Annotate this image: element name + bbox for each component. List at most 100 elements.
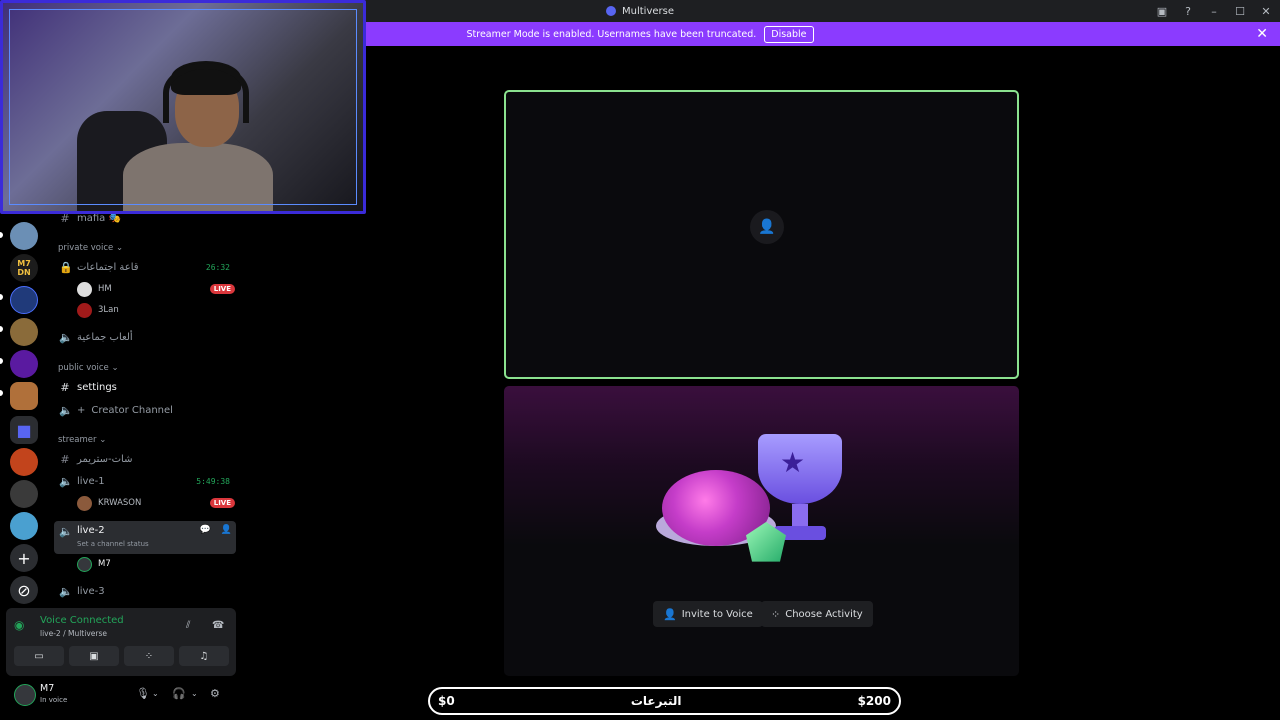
user-label: M7 [98, 559, 111, 569]
server-icon[interactable] [10, 448, 38, 476]
voice-user-hm[interactable]: HM LIVE [77, 279, 235, 299]
donations-label: التبرعات [630, 694, 682, 708]
close-button[interactable]: ✕ [1260, 5, 1272, 18]
channel-status-prompt[interactable]: Set a channel status [77, 540, 149, 548]
channel-label: Creator Channel [91, 404, 173, 416]
speaker-icon: 🔈 [59, 330, 73, 344]
user-status: In voice [40, 696, 68, 704]
channel-label: settings [77, 381, 117, 393]
speaker-icon: 🔈 [59, 525, 73, 538]
choose-activity-button[interactable]: ⁘ Choose Activity [761, 601, 873, 627]
channel-live-1[interactable]: 🔈 live-1 5:49:38 [54, 470, 236, 492]
server-icon[interactable] [10, 382, 38, 410]
disconnect-icon[interactable]: ☎ [212, 620, 224, 631]
webcam-frame [9, 9, 357, 205]
activity-icon: ⁘ [771, 607, 781, 621]
donations-min: $0 [438, 694, 455, 708]
speaker-icon: 🔈 [59, 584, 73, 598]
avatar [77, 281, 92, 297]
channel-timer: 26:32 [205, 262, 230, 272]
add-user-icon[interactable]: 👤 [221, 525, 232, 535]
live-badge: LIVE [209, 498, 235, 508]
microphone-icon[interactable]: 🎙 [136, 687, 150, 700]
channel-meeting-room[interactable]: 🔒 قاعة اجتماعات 26:32 [54, 256, 236, 278]
channel-label: live-1 [77, 475, 105, 487]
voice-user-3lan[interactable]: 3Lan [77, 300, 235, 320]
invite-label: Invite to Voice [681, 608, 753, 620]
soundboard-icon: ♫ [199, 650, 209, 662]
voice-connected-subtitle[interactable]: live-2 / Multiverse [40, 629, 107, 638]
category-streamer[interactable]: streamer ⌄ [58, 435, 106, 445]
disable-streamer-mode-button[interactable]: Disable [764, 25, 814, 43]
chevron-down-icon[interactable]: ⌄ [152, 689, 159, 698]
unread-pip [0, 358, 3, 364]
help-icon[interactable]: ? [1182, 5, 1194, 18]
voice-user-m7[interactable]: M7 [77, 554, 235, 574]
app-window: Multiverse ▣ ? – ☐ ✕ Streamer Mode is en… [0, 0, 1280, 720]
invite-to-voice-button[interactable]: 👤 Invite to Voice [653, 601, 763, 627]
folder-icon[interactable]: ■ [10, 416, 38, 444]
chevron-down-icon[interactable]: ⌄ [191, 689, 198, 698]
hash-icon: # [60, 380, 70, 394]
unread-pip [0, 294, 3, 300]
chat-bubble-icon[interactable]: 💬 [200, 525, 211, 535]
compass-icon [606, 6, 616, 16]
activity-button[interactable]: ⁘ [124, 646, 174, 666]
channel-creator[interactable]: 🔈 + Creator Channel [54, 399, 236, 421]
inbox-icon[interactable]: ▣ [1156, 5, 1168, 18]
username: M7 [40, 683, 55, 694]
screen-share-button[interactable]: ▣ [69, 646, 119, 666]
noise-suppression-icon[interactable]: ⫽ [186, 620, 190, 631]
donations-goal: $200 [857, 694, 891, 708]
minimize-button[interactable]: – [1208, 5, 1220, 18]
server-icon[interactable] [10, 350, 38, 378]
trophy-stem [792, 504, 808, 528]
lock-icon: 🔒 [59, 260, 73, 274]
live-badge: LIVE [209, 284, 235, 294]
channel-label: شات-ستريمر [77, 453, 133, 465]
category-public-voice[interactable]: public voice ⌄ [58, 363, 119, 373]
voice-user-krwason[interactable]: KRWASON LIVE [77, 493, 235, 513]
signal-icon[interactable]: ◉ [14, 618, 34, 638]
window-title: Multiverse [622, 5, 674, 17]
explore-icon[interactable]: ⊘ [10, 576, 38, 604]
server-icon[interactable] [10, 318, 38, 346]
gear-icon[interactable]: ⚙ [210, 687, 220, 700]
avatar[interactable] [14, 684, 36, 706]
star-icon: ★ [780, 446, 806, 479]
category-private-voice[interactable]: private voice ⌄ [58, 243, 123, 253]
channel-streamer-chat[interactable]: # شات-ستريمر [54, 448, 236, 470]
donations-bar: $0 التبرعات $200 [428, 687, 901, 715]
soundboard-button[interactable]: ♫ [179, 646, 229, 666]
banner-close-icon[interactable]: ✕ [1256, 26, 1268, 42]
activity-icon: ⁘ [144, 650, 154, 662]
channel-group-games[interactable]: 🔈 ألعاب جماعية [54, 326, 236, 348]
unread-pip [0, 390, 3, 396]
server-icon[interactable] [10, 222, 38, 250]
webcam-overlay [0, 0, 366, 214]
voice-connected-title: Voice Connected [40, 615, 124, 626]
avatar [77, 556, 92, 572]
add-server-icon[interactable]: + [10, 544, 38, 572]
server-icon[interactable] [10, 512, 38, 540]
channel-settings[interactable]: # settings [54, 376, 236, 398]
channel-live-3[interactable]: 🔈 live-3 [54, 580, 236, 602]
server-icon[interactable] [10, 286, 38, 314]
server-icon[interactable] [10, 480, 38, 508]
channel-label: live-3 [77, 585, 105, 597]
user-label: HM [98, 284, 112, 294]
activity-tile: ★ [504, 386, 1019, 676]
channel-label: ألعاب جماعية [77, 331, 133, 343]
camera-button[interactable]: ▭ [14, 646, 64, 666]
channel-label: live-2 [77, 525, 105, 536]
hash-icon: # [60, 452, 70, 466]
camera-off-icon: ▭ [34, 650, 44, 662]
maximize-button[interactable]: ☐ [1234, 5, 1246, 18]
avatar: 👤 [750, 210, 784, 244]
channel-timer: 5:49:38 [196, 476, 230, 486]
server-icon-m7dn[interactable]: M7 DN [10, 254, 38, 282]
headphones-icon[interactable]: 🎧 [172, 687, 186, 700]
participant-tile[interactable]: 👤 [504, 90, 1019, 379]
channel-live-2[interactable]: 🔈 live-2 💬 👤 [54, 521, 236, 554]
speaker-icon: 🔈 [59, 474, 73, 488]
